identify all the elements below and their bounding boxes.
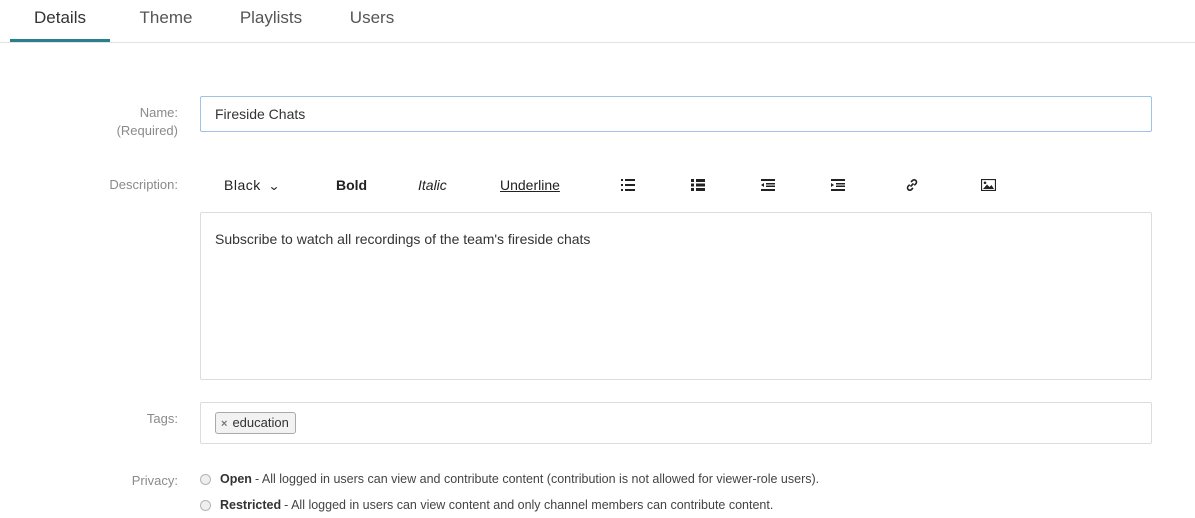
privacy-option-open: Open - All logged in users can view and … bbox=[200, 472, 819, 486]
tags-label: Tags: bbox=[146, 411, 178, 426]
italic-button[interactable]: Italic bbox=[418, 172, 447, 198]
underline-button[interactable]: Underline bbox=[500, 172, 560, 198]
tab-details[interactable]: Details bbox=[10, 0, 110, 42]
bold-button[interactable]: Bold bbox=[336, 172, 367, 198]
tab-bar: Details Theme Playlists Users bbox=[0, 0, 1195, 43]
privacy-open-title: Open bbox=[220, 472, 252, 486]
indent-icon bbox=[831, 179, 845, 191]
tag-label: education bbox=[232, 415, 289, 430]
link-button[interactable] bbox=[904, 172, 920, 198]
name-required-text: (Required) bbox=[116, 123, 178, 138]
chevron-down-icon: ⌄ bbox=[267, 179, 281, 193]
description-editor[interactable]: Subscribe to watch all recordings of the… bbox=[200, 212, 1152, 380]
text-color-dropdown[interactable]: Black ⌄ bbox=[224, 172, 281, 198]
tab-users[interactable]: Users bbox=[340, 0, 404, 40]
name-input[interactable] bbox=[200, 96, 1152, 132]
indent-button[interactable] bbox=[830, 172, 846, 198]
privacy-option-restricted: Restricted - All logged in users can vie… bbox=[200, 498, 773, 512]
privacy-restricted-description: - All logged in users can view content a… bbox=[284, 498, 774, 512]
outdent-button[interactable] bbox=[760, 172, 776, 198]
tab-playlists[interactable]: Playlists bbox=[228, 0, 314, 40]
unordered-list-button[interactable] bbox=[690, 172, 706, 198]
image-icon bbox=[980, 179, 996, 191]
tags-input[interactable]: × education bbox=[200, 402, 1152, 444]
link-icon bbox=[906, 179, 918, 191]
close-icon[interactable]: × bbox=[221, 414, 227, 434]
ordered-list-button[interactable] bbox=[620, 172, 636, 198]
privacy-restricted-title: Restricted bbox=[220, 498, 282, 512]
privacy-open-description: - All logged in users can view and contr… bbox=[254, 472, 820, 486]
text-color-label: Black bbox=[224, 177, 261, 193]
tag-chip: × education bbox=[215, 412, 296, 434]
privacy-open-radio[interactable] bbox=[200, 473, 211, 485]
privacy-label: Privacy: bbox=[131, 473, 178, 488]
description-label: Description: bbox=[109, 177, 178, 192]
name-label-text: Name: bbox=[139, 105, 178, 120]
outdent-icon bbox=[761, 179, 775, 191]
name-label: Name: (Required) bbox=[117, 104, 178, 140]
description-text: Subscribe to watch all recordings of the… bbox=[215, 231, 591, 247]
ordered-list-icon bbox=[621, 179, 635, 191]
tab-theme[interactable]: Theme bbox=[128, 0, 204, 40]
image-button[interactable] bbox=[980, 172, 996, 198]
privacy-restricted-radio[interactable] bbox=[200, 499, 211, 511]
unordered-list-icon bbox=[691, 179, 705, 191]
rich-text-toolbar: Black ⌄ Bold Italic Underline bbox=[200, 172, 1152, 198]
